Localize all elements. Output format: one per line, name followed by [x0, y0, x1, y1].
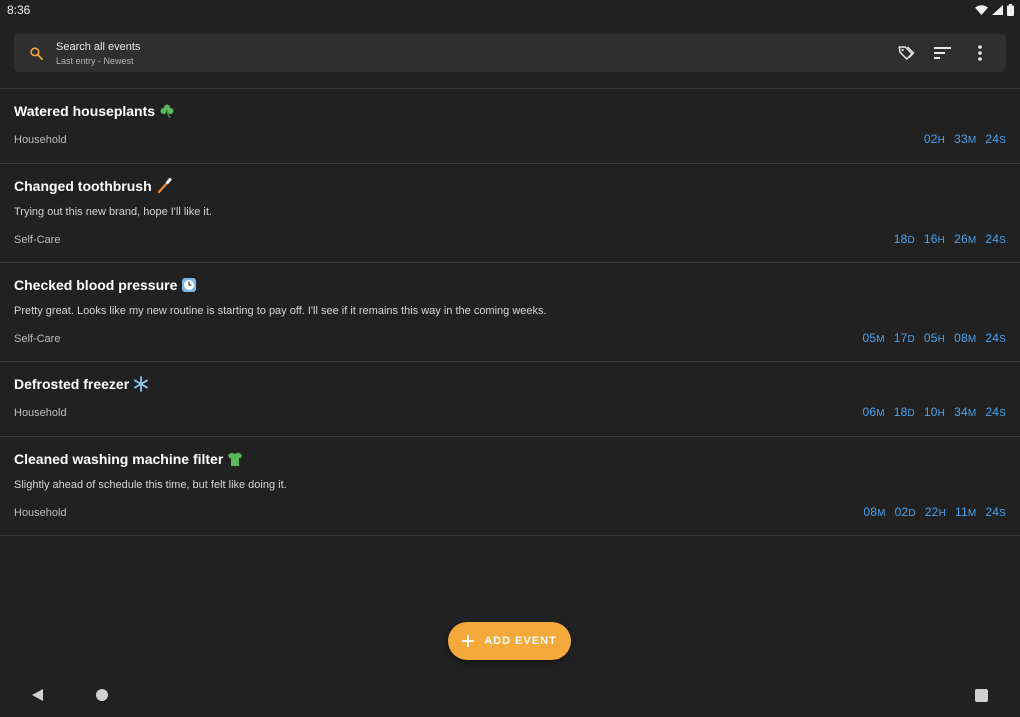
- event-item[interactable]: Defrosted freezer Household 06M 18D 10H …: [0, 362, 1020, 437]
- elapsed-part: 10H: [923, 405, 946, 419]
- battery-icon: [1007, 4, 1014, 16]
- elapsed-part: 22H: [924, 505, 946, 519]
- elapsed-part: 06M: [862, 405, 885, 419]
- event-title: Defrosted freezer: [14, 376, 149, 392]
- cellular-icon: [992, 5, 1003, 15]
- event-title: Checked blood pressure: [14, 277, 197, 293]
- elapsed-time: 18D 16H 26M 24S: [894, 232, 1006, 246]
- elapsed-part: 24S: [985, 505, 1006, 519]
- elapsed-part: 18D: [893, 232, 915, 246]
- elapsed-part: 33M: [954, 132, 977, 146]
- back-icon[interactable]: [31, 688, 44, 702]
- event-note: Pretty great. Looks like my new routine …: [14, 305, 547, 317]
- status-icons: [975, 4, 1014, 16]
- elapsed-part: 24S: [985, 232, 1006, 246]
- status-bar: 8:36: [0, 0, 1020, 20]
- event-category: Self-Care: [14, 234, 61, 246]
- snowflake-icon: [134, 376, 149, 392]
- elapsed-part: 18D: [893, 405, 915, 419]
- event-category: Household: [14, 407, 67, 419]
- event-category: Household: [14, 507, 67, 519]
- event-title-text: Defrosted freezer: [14, 376, 130, 392]
- event-item[interactable]: Checked blood pressure Pretty great. Loo…: [0, 263, 1020, 362]
- event-item[interactable]: Cleaned washing machine filter Slightly …: [0, 437, 1020, 536]
- search-sort-label: Last entry - Newest: [56, 55, 134, 66]
- event-title: Watered houseplants: [14, 103, 175, 119]
- event-note: Slightly ahead of schedule this time, bu…: [14, 479, 287, 491]
- event-list: Watered houseplants Household 02H 33M 24…: [0, 89, 1020, 536]
- elapsed-part: 24S: [985, 331, 1006, 345]
- search-icon-wrap: [14, 46, 56, 61]
- status-time: 8:36: [7, 3, 31, 17]
- shamrock-icon: [160, 104, 174, 119]
- elapsed-part: 08M: [863, 505, 886, 519]
- elapsed-part: 26M: [954, 232, 977, 246]
- search-icon: [29, 46, 43, 60]
- search-bar[interactable]: Search all events Last entry - Newest: [14, 34, 1006, 72]
- event-title-text: Checked blood pressure: [14, 277, 178, 293]
- elapsed-part: 16H: [923, 232, 946, 246]
- event-item[interactable]: Watered houseplants Household 02H 33M 24…: [0, 89, 1020, 164]
- event-title-text: Changed toothbrush: [14, 178, 152, 194]
- event-note: Trying out this new brand, hope I'll lik…: [14, 206, 212, 218]
- event-title-text: Cleaned washing machine filter: [14, 451, 224, 467]
- elapsed-time: 06M 18D 10H 34M 24S: [862, 405, 1006, 419]
- event-title: Changed toothbrush: [14, 178, 172, 194]
- elapsed-part: 34M: [954, 405, 977, 419]
- more-vert-icon: [977, 45, 982, 61]
- toothbrush-icon: [157, 178, 172, 194]
- elapsed-part: 24S: [985, 132, 1006, 146]
- elapsed-part: 02H: [923, 132, 946, 146]
- search-actions: [887, 34, 1006, 72]
- tshirt-icon: [228, 452, 243, 466]
- event-item[interactable]: Changed toothbrush Trying out this new b…: [0, 164, 1020, 263]
- event-category: Self-Care: [14, 333, 61, 345]
- elapsed-part: 05H: [923, 331, 946, 345]
- wifi-icon: [975, 5, 988, 15]
- elapsed-time: 05M 17D 05H 08M 24S: [862, 331, 1006, 345]
- sort-icon: [934, 47, 951, 59]
- elapsed-part: 02D: [894, 505, 916, 519]
- plus-icon: [462, 635, 475, 647]
- elapsed-part: 24S: [985, 405, 1006, 419]
- elapsed-part: 11M: [954, 505, 977, 519]
- elapsed-time: 02H 33M 24S: [924, 132, 1006, 146]
- sort-button[interactable]: [924, 34, 961, 72]
- elapsed-part: 17D: [893, 331, 915, 345]
- home-icon[interactable]: [96, 689, 108, 701]
- elapsed-part: 05M: [862, 331, 885, 345]
- clock-icon: [182, 278, 197, 292]
- tags-button[interactable]: [887, 34, 924, 72]
- more-options-button[interactable]: [961, 34, 998, 72]
- event-category: Household: [14, 134, 67, 146]
- event-title: Cleaned washing machine filter: [14, 451, 243, 467]
- add-event-label: ADD EVENT: [484, 635, 557, 647]
- elapsed-part: 08M: [954, 331, 977, 345]
- event-title-text: Watered houseplants: [14, 103, 156, 119]
- add-event-button[interactable]: ADD EVENT: [448, 622, 571, 660]
- search-input[interactable]: Search all events: [56, 40, 887, 54]
- recents-icon[interactable]: [975, 689, 988, 702]
- tags-icon: [898, 46, 914, 60]
- system-nav-bar: [0, 676, 1020, 717]
- search-text[interactable]: Search all events Last entry - Newest: [56, 40, 887, 67]
- elapsed-time: 08M 02D 22H 11M 24S: [863, 505, 1006, 519]
